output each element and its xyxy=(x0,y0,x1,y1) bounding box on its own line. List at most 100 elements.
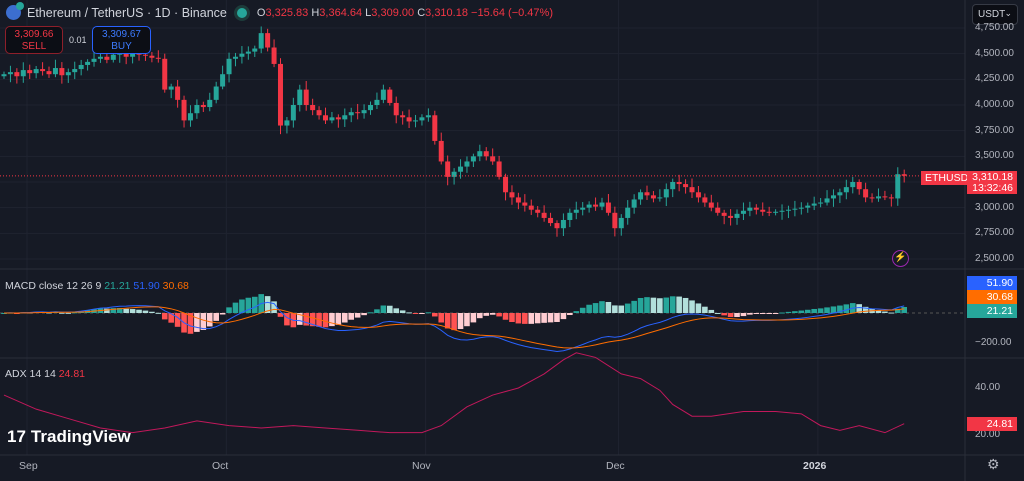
macd-histogram-bar xyxy=(200,313,207,330)
macd-histogram-bar xyxy=(432,313,438,317)
candle xyxy=(149,55,155,58)
market-open-icon xyxy=(236,7,247,18)
histogram-value-tag: 21.21 xyxy=(967,304,1017,318)
macd-histogram-bar xyxy=(567,313,573,316)
macd-histogram-bar xyxy=(650,297,657,313)
candle xyxy=(650,195,656,199)
candle xyxy=(605,202,611,213)
buy-button[interactable]: 3,309.67 BUY xyxy=(92,26,151,54)
candle xyxy=(78,64,84,70)
macd-histogram-bar xyxy=(663,297,670,313)
macd-histogram-bar xyxy=(477,313,483,319)
macd-histogram-bar xyxy=(367,312,374,314)
sell-button[interactable]: 3,309.66 SELL xyxy=(5,26,63,54)
macd-histogram-bar xyxy=(605,301,612,313)
macd-histogram-bar xyxy=(59,312,65,314)
candle xyxy=(335,117,341,120)
candle xyxy=(496,161,502,177)
candle xyxy=(361,110,367,114)
candle xyxy=(631,199,637,208)
price-axis-label: 3,000.00 xyxy=(975,201,1014,213)
macd-histogram-bar xyxy=(502,313,509,320)
quantity[interactable]: 0.01 xyxy=(69,35,87,45)
macd-histogram-bar xyxy=(522,313,528,324)
candle xyxy=(901,174,907,176)
adx-legend[interactable]: ADX 14 14 24.81 xyxy=(5,368,85,380)
candle xyxy=(792,208,798,210)
candle xyxy=(284,120,290,126)
last-price-label: 3,310.18 13:32:46 xyxy=(967,171,1017,194)
candle xyxy=(818,202,824,204)
symbol-tag: ETHUSDT xyxy=(921,171,975,185)
macd-histogram-bar xyxy=(727,313,734,318)
candle xyxy=(310,105,316,111)
macd-histogram-bar xyxy=(528,313,535,324)
candle xyxy=(895,174,901,199)
price-axis-label: 4,000.00 xyxy=(975,99,1014,110)
macd-histogram-bar xyxy=(798,310,805,313)
macd-histogram-bar xyxy=(714,312,721,314)
candle xyxy=(226,58,232,75)
macd-histogram-bar xyxy=(612,305,618,313)
macd-histogram-bar xyxy=(888,312,895,314)
macd-histogram-bar xyxy=(213,313,219,321)
candle xyxy=(728,215,734,218)
macd-histogram-bar xyxy=(901,306,907,313)
adx-axis-label: 40.00 xyxy=(975,382,1001,393)
candle xyxy=(406,117,412,122)
macd-histogram-bar xyxy=(251,296,258,313)
macd-histogram-bar xyxy=(599,301,605,313)
candle xyxy=(232,56,238,59)
macd-legend[interactable]: MACD close 12 26 9 21.21 51.90 30.68 xyxy=(5,280,189,292)
macd-histogram-bar xyxy=(669,296,676,313)
candle xyxy=(869,197,875,199)
adx-line xyxy=(3,352,905,434)
candle xyxy=(213,86,219,100)
candle xyxy=(142,54,148,56)
candle xyxy=(740,210,746,214)
candle xyxy=(162,58,168,90)
time-label: 2026 xyxy=(803,460,827,472)
lightning-icon[interactable]: ⚡ xyxy=(892,250,909,267)
time-label: Dec xyxy=(606,460,625,472)
candle xyxy=(258,33,264,49)
macd-histogram-bar xyxy=(817,308,824,313)
candle xyxy=(483,151,489,157)
candle xyxy=(657,197,663,199)
candle xyxy=(702,197,708,203)
candle xyxy=(46,71,52,75)
macd-histogram-bar xyxy=(399,310,406,313)
settings-icon[interactable]: ⚙ xyxy=(987,456,1000,473)
macd-histogram-bar xyxy=(470,313,477,323)
candle xyxy=(265,33,271,48)
macd-histogram-bar xyxy=(412,313,419,314)
candle xyxy=(20,70,26,77)
price-axis-label: 2,500.00 xyxy=(975,253,1014,264)
price-axis-label: 4,750.00 xyxy=(975,22,1014,33)
candle xyxy=(181,99,187,121)
candle xyxy=(432,115,438,141)
candle xyxy=(368,105,374,111)
candle xyxy=(734,213,740,218)
ethereum-icon xyxy=(6,2,24,20)
macd-histogram-bar xyxy=(142,310,149,313)
candle xyxy=(65,72,71,76)
candle xyxy=(393,102,399,116)
candle xyxy=(342,115,348,120)
candle xyxy=(548,217,554,224)
macd-histogram-bar xyxy=(464,313,470,327)
macd-histogram-bar xyxy=(136,309,142,313)
candle xyxy=(747,207,753,211)
time-label: Sep xyxy=(19,460,38,472)
time-label: Nov xyxy=(412,460,431,472)
candle xyxy=(830,195,836,199)
candle xyxy=(252,48,258,52)
candle xyxy=(843,187,849,193)
candle xyxy=(374,99,380,105)
symbol-title[interactable]: Ethereum / TetherUS · 1D · Binance xyxy=(27,6,227,20)
macd-histogram-bar xyxy=(303,313,310,326)
tradingview-logo[interactable]: 17 TradingView xyxy=(7,427,131,447)
chart-canvas[interactable] xyxy=(0,0,1024,481)
candle xyxy=(875,196,881,199)
price-axis-label: 3,500.00 xyxy=(975,150,1014,162)
